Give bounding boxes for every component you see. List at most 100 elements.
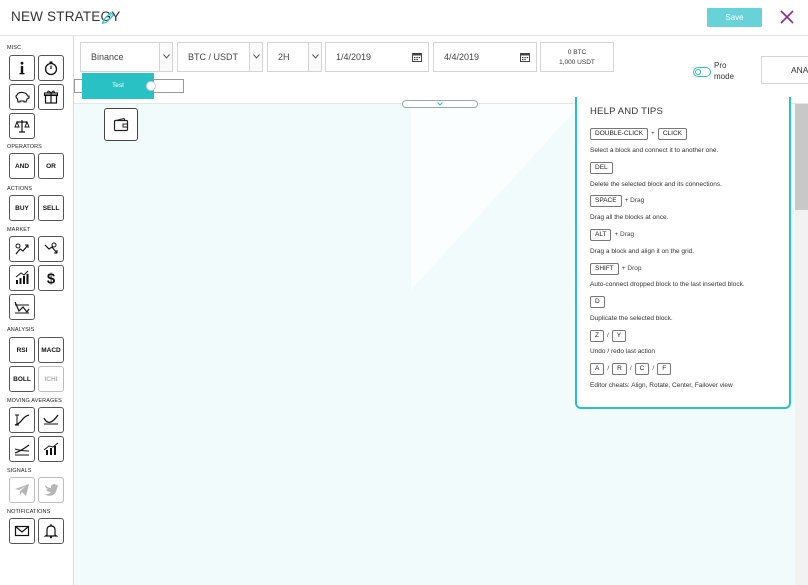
header: NEW STRATEGY Save — [0, 0, 808, 36]
key-badge: SHIFT — [590, 263, 619, 275]
moving-average-icon — [14, 414, 30, 426]
key-joiner: / — [629, 365, 632, 372]
market-up-block[interactable] — [9, 236, 35, 262]
boll-block[interactable]: BOLL — [9, 366, 35, 392]
tip-keys: Z / Y — [590, 330, 627, 342]
ema-block[interactable] — [38, 407, 64, 433]
calendar-icon[interactable] — [412, 52, 422, 62]
gift-icon — [43, 90, 59, 104]
test-label: Test — [112, 82, 124, 89]
tip-keys: SPACE + Drag — [590, 195, 647, 207]
toolbar-collapse-handle[interactable] — [402, 100, 478, 108]
crossing-block[interactable] — [9, 294, 35, 320]
price-block[interactable]: $ — [38, 265, 64, 291]
wallet-block[interactable] — [104, 108, 138, 141]
ma-cross-block[interactable] — [9, 436, 35, 462]
block-palette: MISC OPERATORS AND OR ACTIONS BUY SELL M… — [0, 36, 74, 585]
end-date-input[interactable]: 4/4/2019 — [433, 42, 537, 72]
info-block[interactable] — [9, 55, 35, 81]
key-joiner: / — [606, 332, 609, 339]
key-joiner: / — [607, 365, 610, 372]
bell-icon — [43, 524, 59, 539]
strategy-toolbar: Binance BTC / USDT 2H 1/4/2019 4/4/2019 … — [74, 36, 808, 104]
rsi-block[interactable]: RSI — [9, 337, 35, 363]
pair-select[interactable]: BTC / USDT — [177, 42, 263, 72]
and-block[interactable]: AND — [9, 153, 35, 179]
exchange-select[interactable]: Binance — [80, 42, 173, 72]
tip-text: Select a block and connect it to another… — [590, 147, 719, 154]
calendar-icon[interactable] — [520, 52, 530, 62]
chart-cross-icon — [14, 301, 30, 314]
dollar-icon: $ — [47, 271, 56, 287]
macd-block[interactable]: MACD — [38, 337, 64, 363]
piggy-bank-icon — [15, 91, 30, 103]
or-block[interactable]: OR — [38, 153, 64, 179]
volume-block[interactable] — [9, 265, 35, 291]
sell-block[interactable]: SELL — [38, 195, 64, 221]
buy-block[interactable]: BUY — [9, 195, 35, 221]
key-badge: ALT — [590, 229, 612, 241]
bar-chart-icon — [15, 270, 29, 284]
section-actions: ACTIONS — [7, 186, 33, 192]
key-badge: Y — [611, 330, 627, 342]
scales-icon — [14, 120, 30, 133]
telegram-block[interactable] — [9, 477, 35, 503]
ma-cross-icon — [14, 444, 30, 456]
tip-keys: ALT + Drag — [590, 229, 637, 241]
tip-keys: A / R / C / F — [590, 363, 672, 375]
tip-text: Drag all the blocks at once. — [590, 214, 669, 221]
scrollbar-thumb[interactable] — [795, 104, 808, 210]
chevron-down-icon — [437, 102, 443, 106]
toggle-knob — [695, 69, 701, 75]
tip-keys: DOUBLE-CLICK + CLICK — [590, 128, 687, 140]
key-suffix: + Drop — [621, 265, 642, 272]
section-misc: MISC — [7, 45, 22, 51]
sma-block[interactable] — [9, 407, 35, 433]
key-badge: CLICK — [657, 128, 687, 140]
key-badge: SPACE — [590, 195, 622, 207]
timeframe-value: 2H — [278, 52, 290, 62]
pro-mode-label: Pro mode — [714, 61, 735, 81]
timer-block[interactable] — [38, 55, 64, 81]
gift-block[interactable] — [38, 84, 64, 110]
balance-usdt: 1,000 USDT — [559, 59, 595, 66]
info-icon — [19, 61, 25, 75]
tip-text: Editor cheats: Align, Rotate, Center, Fa… — [590, 382, 733, 389]
ichi-block[interactable]: ICHI — [38, 366, 64, 392]
help-title: HELP AND TIPS — [590, 106, 664, 117]
envelope-icon — [14, 525, 30, 537]
pencil-icon[interactable] — [101, 11, 115, 25]
chevron-down-icon — [308, 43, 321, 71]
tip-text: Auto-connect dropped block to the last i… — [590, 281, 745, 288]
piggy-block[interactable] — [9, 84, 35, 110]
balance-display: 0 BTC 1,000 USDT — [540, 42, 614, 72]
section-signals: SIGNALS — [7, 468, 32, 474]
canvas-background-shape — [411, 104, 581, 290]
balance-block[interactable] — [9, 113, 35, 139]
twitter-block[interactable] — [38, 477, 64, 503]
pro-mode-toggle[interactable] — [693, 67, 711, 77]
bear-market-icon — [44, 242, 58, 254]
svg-text:$: $ — [47, 271, 56, 287]
save-button[interactable]: Save — [707, 8, 762, 27]
timeframe-select[interactable]: 2H — [267, 42, 322, 72]
tip-keys: SHIFT + Drop — [590, 263, 644, 275]
key-badge: DOUBLE-CLICK — [590, 128, 649, 140]
key-joiner: / — [652, 365, 655, 372]
ma-trend-block[interactable] — [38, 436, 64, 462]
market-down-block[interactable] — [38, 236, 64, 262]
email-block[interactable] — [9, 518, 35, 544]
trend-chart-icon — [43, 442, 59, 455]
tip-text: Drag a block and align it on the grid. — [590, 248, 695, 255]
start-date-input[interactable]: 1/4/2019 — [325, 42, 429, 72]
key-suffix: + Drag — [624, 197, 645, 204]
close-icon[interactable] — [779, 9, 795, 25]
analyze-button[interactable]: ANALYZE — [761, 56, 808, 84]
key-badge: D — [590, 296, 605, 308]
key-suffix: + Drag — [614, 231, 635, 238]
section-notifications: NOTIFICATIONS — [7, 509, 51, 515]
bull-market-icon — [15, 243, 29, 255]
section-operators: OPERATORS — [7, 144, 42, 150]
test-toggle-knob[interactable] — [146, 81, 156, 91]
alert-block[interactable] — [38, 518, 64, 544]
